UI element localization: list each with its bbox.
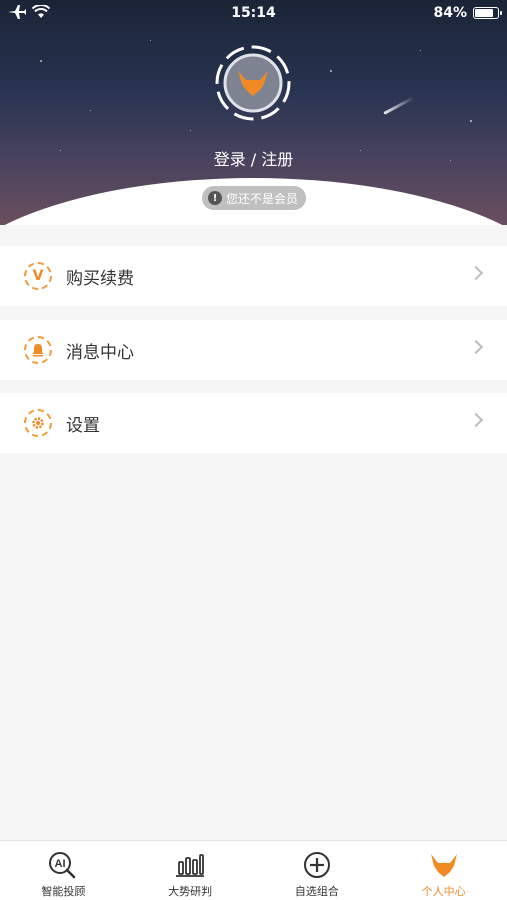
menu-item-label: 设置	[66, 416, 100, 436]
bell-icon	[24, 336, 52, 364]
chevron-right-icon	[468, 265, 484, 281]
gear-icon	[24, 409, 52, 437]
menu-item-renew[interactable]: V 购买续费	[0, 246, 507, 306]
bull-logo-icon	[215, 45, 291, 121]
tab-label: 智能投顾	[41, 885, 86, 898]
login-register-link[interactable]: 登录 / 注册	[0, 146, 507, 170]
vip-icon: V	[24, 262, 52, 290]
menu-item-settings[interactable]: 设置	[0, 393, 507, 453]
ai-search-icon: AI	[49, 852, 76, 879]
tab-ai-advisor[interactable]: AI 智能投顾	[0, 841, 127, 900]
tab-label: 大势研判	[168, 885, 213, 898]
battery-level	[475, 9, 493, 17]
chevron-right-icon	[468, 412, 484, 428]
tab-bar: AI 智能投顾 大势研判 自选组合 个人中心	[0, 840, 507, 900]
menu-item-messages[interactable]: 消息中心	[0, 320, 507, 380]
tab-market-trend[interactable]: 大势研判	[127, 841, 254, 900]
tab-label: 个人中心	[421, 885, 466, 898]
battery-icon	[473, 7, 502, 19]
info-icon: !	[208, 191, 222, 205]
menu-item-label: 购买续费	[66, 269, 134, 289]
bull-logo-icon	[430, 854, 457, 877]
member-status-badge: ! 您还不是会员	[202, 186, 307, 210]
plus-circle-icon	[303, 852, 330, 878]
avatar[interactable]	[214, 44, 292, 122]
svg-text:AI: AI	[55, 858, 66, 870]
status-bar: 15:14 84%	[0, 0, 507, 28]
status-time: 15:14	[231, 5, 276, 21]
tab-label: 自选组合	[294, 885, 339, 898]
bar-chart-icon	[176, 854, 205, 877]
tab-personal-center[interactable]: 个人中心	[380, 841, 507, 900]
menu-item-label: 消息中心	[66, 343, 134, 363]
member-status-text: 您还不是会员	[226, 191, 299, 206]
battery-percent: 84%	[433, 5, 467, 21]
tab-watchlist[interactable]: 自选组合	[254, 841, 381, 900]
chevron-right-icon	[468, 339, 484, 355]
